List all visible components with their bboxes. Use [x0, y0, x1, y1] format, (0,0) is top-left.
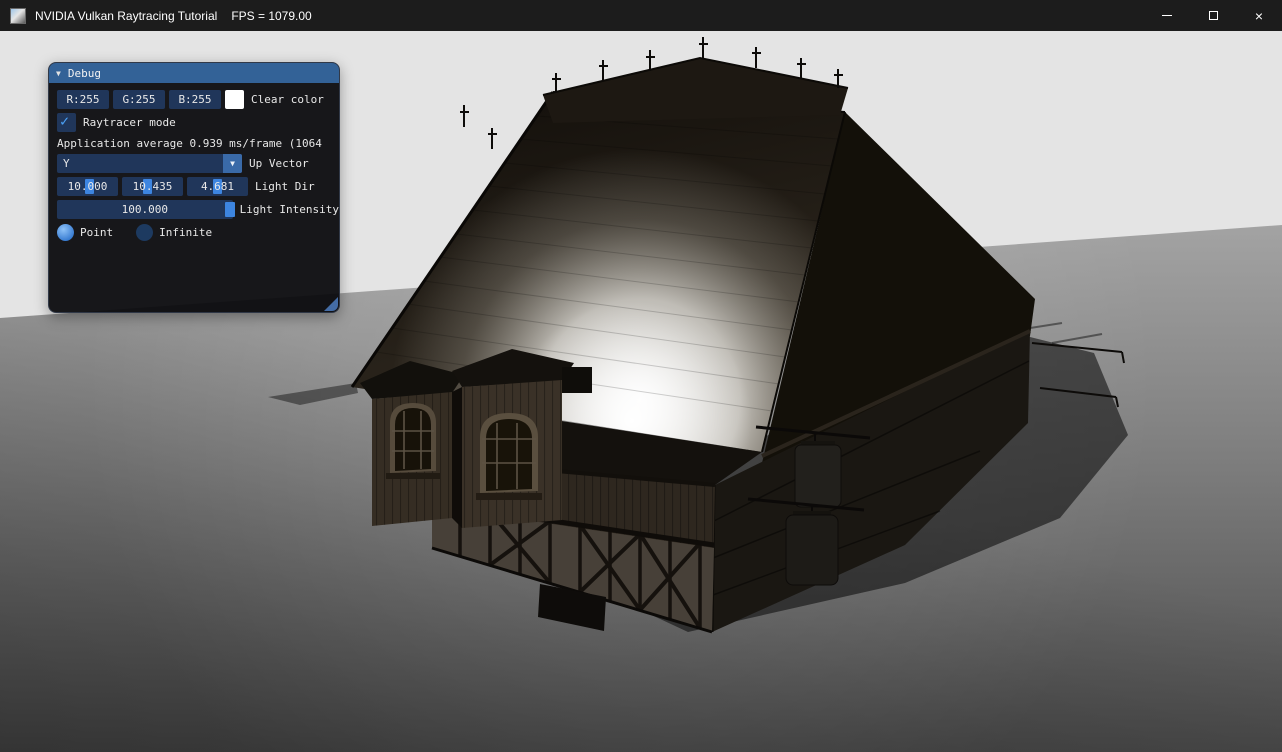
light-dir-x-slider[interactable]: 10.000 — [57, 177, 118, 196]
clear-color-label: Clear color — [251, 93, 324, 106]
collapse-arrow-icon[interactable]: ▼ — [56, 69, 61, 78]
minimize-button[interactable] — [1144, 0, 1190, 31]
panel-title: Debug — [68, 67, 101, 80]
minimize-icon — [1162, 15, 1172, 16]
dormer-tower-left — [360, 361, 464, 526]
up-vector-row: Y ▼ Up Vector — [57, 154, 339, 173]
clear-color-r-field[interactable]: R:255 — [57, 90, 109, 109]
close-button[interactable]: × — [1236, 0, 1282, 31]
dormer-tower-center — [452, 349, 574, 528]
clear-color-g-field[interactable]: G:255 — [113, 90, 165, 109]
debug-panel: ▼ Debug R:255 G:255 B:255 Clear color ✓ … — [48, 62, 340, 313]
light-intensity-label: Light Intensity — [240, 203, 339, 216]
up-vector-combo[interactable]: Y ▼ — [57, 154, 242, 173]
check-icon: ✓ — [60, 112, 69, 130]
raytracer-label: Raytracer mode — [83, 116, 176, 129]
stats-text: Application average 0.939 ms/frame (1064 — [57, 137, 322, 150]
light-intensity-row: 100.000 Light Intensity — [57, 200, 339, 219]
panel-resize-grip[interactable] — [324, 297, 338, 311]
radio-infinite[interactable] — [136, 224, 153, 241]
app-icon — [10, 8, 26, 24]
light-dir-row: 10.000 10.435 4.681 Light Dir — [57, 177, 339, 196]
raytracer-row: ✓ Raytracer mode — [57, 113, 339, 132]
ridge-gable — [543, 58, 848, 123]
light-dir-z-slider[interactable]: 4.681 — [187, 177, 248, 196]
maximize-button[interactable] — [1190, 0, 1236, 31]
light-intensity-slider[interactable]: 100.000 — [57, 200, 233, 219]
debug-panel-titlebar[interactable]: ▼ Debug — [49, 63, 339, 83]
stats-row: Application average 0.939 ms/frame (1064 — [57, 136, 339, 150]
clear-color-swatch[interactable] — [225, 90, 244, 109]
light-type-row: Point Infinite — [57, 223, 339, 242]
light-dir-y-slider[interactable]: 10.435 — [122, 177, 183, 196]
radio-point-label: Point — [80, 226, 113, 239]
radio-infinite-label: Infinite — [159, 226, 212, 239]
up-vector-value: Y — [63, 157, 70, 170]
close-icon: × — [1255, 8, 1263, 24]
clear-color-b-field[interactable]: B:255 — [169, 90, 221, 109]
raytracer-checkbox[interactable]: ✓ — [57, 113, 76, 132]
window-controls: × — [1144, 0, 1282, 31]
window-titlebar: NVIDIA Vulkan Raytracing Tutorial FPS = … — [0, 0, 1282, 31]
up-vector-label: Up Vector — [249, 157, 309, 170]
combo-arrow-button[interactable]: ▼ — [223, 154, 242, 173]
clear-color-row: R:255 G:255 B:255 Clear color — [57, 90, 339, 109]
maximize-icon — [1209, 11, 1218, 20]
chevron-down-icon: ▼ — [230, 159, 235, 168]
chimney-block — [562, 367, 592, 393]
radio-point[interactable] — [57, 224, 74, 241]
light-intensity-grab[interactable] — [225, 202, 235, 217]
fps-counter: FPS = 1079.00 — [231, 9, 311, 23]
debug-panel-content: R:255 G:255 B:255 Clear color ✓ Raytrace… — [49, 83, 339, 312]
light-dir-label: Light Dir — [255, 180, 315, 193]
window-title: NVIDIA Vulkan Raytracing Tutorial — [35, 9, 217, 23]
